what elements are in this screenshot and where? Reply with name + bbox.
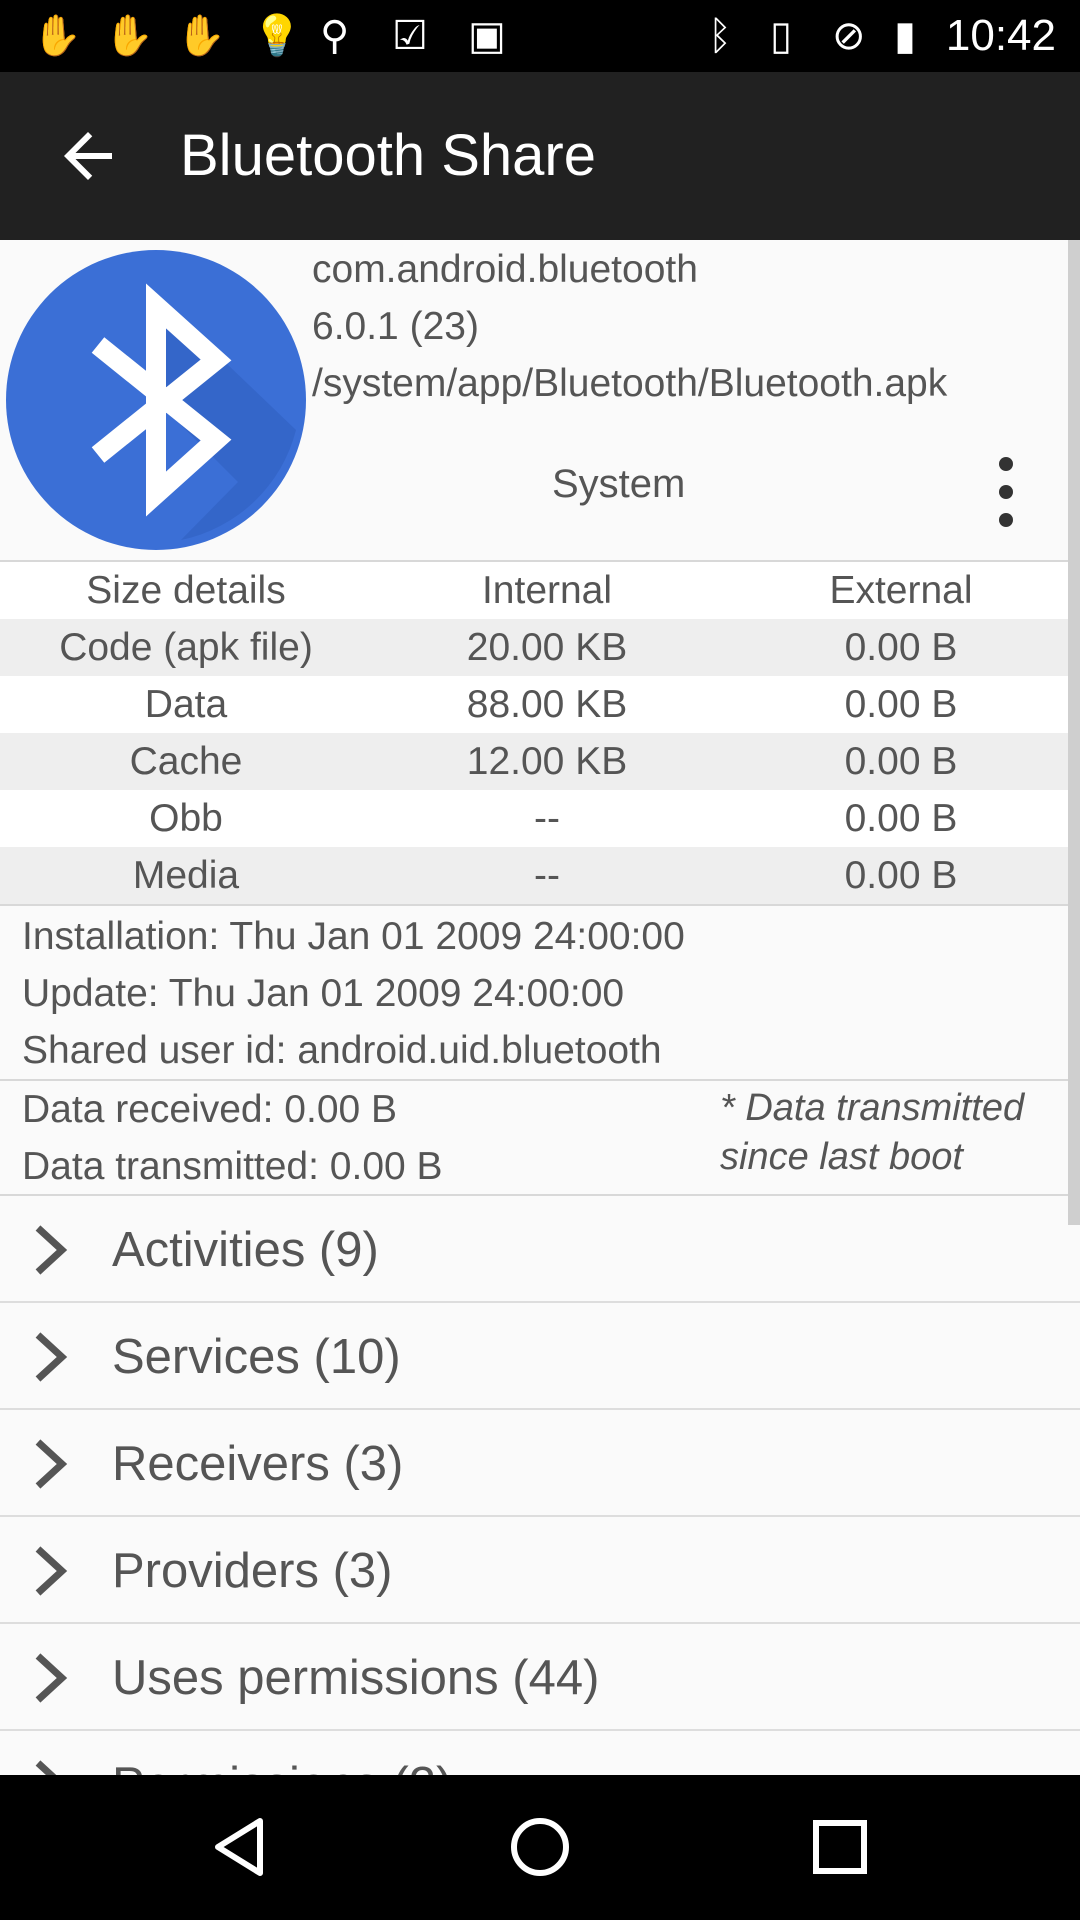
check-box-icon: ☑ [392, 14, 428, 58]
size-label: Media [132, 853, 240, 897]
vibrate-icon: ▯ [770, 14, 793, 58]
navigation-bar [0, 1775, 1080, 1920]
chevron-right-icon [35, 1332, 68, 1382]
app-details[interactable]: com.android.bluetooth 6.0.1 (23) /system… [0, 240, 1080, 1775]
no-sim-icon: ⊘ [832, 14, 866, 58]
column-header: Internal [481, 568, 613, 612]
internal-size: -- [534, 796, 560, 840]
status-time: 10:42 [945, 11, 1056, 60]
divider [0, 904, 1080, 906]
external-size: 0.00 B [844, 853, 958, 897]
table-header: Size details Internal External [0, 562, 1080, 619]
android-icon: ▣ [468, 14, 506, 58]
hand-icon: ✋ [104, 14, 154, 58]
app-toolbar: Bluetooth Share [0, 72, 1080, 240]
section-label: Services (10) [112, 1330, 401, 1384]
external-size: 0.00 B [844, 625, 958, 669]
update-date: Update: Thu Jan 01 2009 24:00:00 [22, 972, 625, 1015]
bulb-icon: 💡 [252, 14, 302, 58]
size-table: Size details Internal External Code (apk… [0, 562, 1080, 904]
section-label: Receivers (3) [112, 1437, 404, 1491]
back-arrow-icon[interactable] [52, 120, 124, 192]
size-label: Obb [149, 796, 223, 840]
bluetooth-icon: ᛒ [708, 14, 732, 58]
data-transmitted: Data transmitted: 0.00 B [22, 1145, 443, 1188]
recents-nav-icon[interactable] [804, 1811, 876, 1883]
back-nav-icon[interactable] [204, 1811, 276, 1883]
table-row: Obb -- 0.00 B [0, 790, 1080, 847]
scrollbar[interactable] [1068, 240, 1080, 1225]
size-label: Cache [129, 739, 243, 783]
overflow-menu-icon[interactable] [984, 450, 1028, 534]
battery-charging-icon: ▮ [894, 14, 917, 58]
app-header: com.android.bluetooth 6.0.1 (23) /system… [0, 240, 1080, 560]
table-row: Media -- 0.00 B [0, 847, 1080, 904]
chevron-right-icon [35, 1653, 68, 1703]
status-bar: ✋ ✋ ✋ 💡 ⚲ ☑ ▣ ᛒ ▯ ⊘ ▮ 10:42 [0, 0, 1080, 72]
hand-icon: ✋ [176, 14, 226, 58]
section-label: Uses permissions (44) [112, 1651, 600, 1705]
section-uses-permissions[interactable]: Uses permissions (44) [0, 1624, 1080, 1731]
chevron-right-icon [35, 1546, 68, 1596]
traffic-note: * Data transmitted since last boot [720, 1087, 1025, 1178]
apk-path: /system/app/Bluetooth/Bluetooth.apk [312, 362, 948, 405]
page-title: Bluetooth Share [180, 123, 596, 188]
section-label: Providers (3) [112, 1544, 393, 1598]
app-type: System [552, 462, 686, 506]
column-header: Size details [86, 568, 286, 612]
section-services[interactable]: Services (10) [0, 1303, 1080, 1410]
size-label: Data [144, 682, 228, 726]
installation-date: Installation: Thu Jan 01 2009 24:00:00 [22, 915, 685, 958]
external-size: 0.00 B [844, 739, 958, 783]
external-size: 0.00 B [844, 796, 958, 840]
package-name: com.android.bluetooth [312, 248, 698, 291]
app-version: 6.0.1 (23) [312, 305, 479, 348]
section-providers[interactable]: Providers (3) [0, 1517, 1080, 1624]
shared-user-id: Shared user id: android.uid.bluetooth [22, 1029, 662, 1072]
internal-size: 88.00 KB [466, 682, 628, 726]
chevron-right-icon [35, 1760, 57, 1775]
size-label: Code (apk file) [59, 625, 313, 669]
internal-size: 12.00 KB [466, 739, 628, 783]
column-header: External [829, 568, 973, 612]
table-row: Cache 12.00 KB 0.00 B [0, 733, 1080, 790]
section-activities[interactable]: Activities (9) [0, 1196, 1080, 1303]
table-row: Code (apk file) 20.00 KB 0.00 B [0, 619, 1080, 676]
chevron-right-icon [35, 1225, 68, 1275]
section-label: Activities (9) [112, 1223, 379, 1277]
home-nav-icon[interactable] [504, 1811, 576, 1883]
hand-icon: ✋ [32, 14, 82, 58]
section-receivers[interactable]: Receivers (3) [0, 1410, 1080, 1517]
section-label: Permissions (2) [112, 1757, 452, 1775]
bluetooth-app-icon [6, 250, 306, 550]
chevron-right-icon [35, 1439, 68, 1489]
internal-size: -- [534, 853, 560, 897]
table-row: Data 88.00 KB 0.00 B [0, 676, 1080, 733]
internal-size: 20.00 KB [466, 625, 628, 669]
keyhole-icon: ⚲ [320, 14, 350, 58]
section-permissions[interactable]: Permissions (2) [0, 1731, 1080, 1775]
external-size: 0.00 B [844, 682, 958, 726]
data-received: Data received: 0.00 B [22, 1088, 398, 1131]
